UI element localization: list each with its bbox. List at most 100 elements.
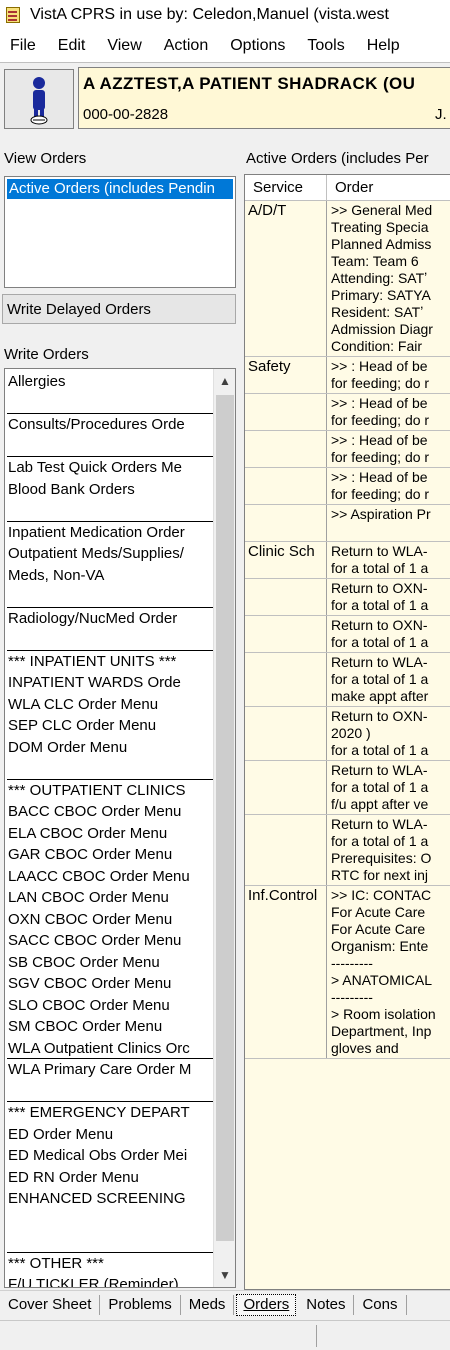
order-row[interactable]: Return to OXN-for a total of 1 a bbox=[245, 579, 450, 616]
order-text-line: for feeding; do r bbox=[331, 375, 430, 391]
patient-icon[interactable] bbox=[4, 69, 74, 129]
tab-consults[interactable]: Cons bbox=[354, 1294, 407, 1315]
menu-bar: File Edit View Action Options Tools Help bbox=[0, 30, 450, 62]
write-orders-item[interactable]: ENHANCED SCREENING bbox=[7, 1188, 213, 1210]
write-orders-item[interactable]: SACC CBOC Order Menu bbox=[7, 930, 213, 952]
order-text-line: >> General Med bbox=[331, 202, 433, 218]
write-orders-item[interactable]: F/U TICKLER (Reminder) bbox=[7, 1274, 213, 1287]
write-delayed-orders-button[interactable]: Write Delayed Orders bbox=[2, 294, 236, 324]
write-orders-item[interactable] bbox=[7, 393, 213, 414]
write-orders-item[interactable]: Radiology/NucMed Order bbox=[7, 608, 213, 630]
write-orders-item[interactable] bbox=[7, 586, 213, 608]
write-orders-item[interactable] bbox=[7, 1081, 213, 1102]
write-orders-item[interactable] bbox=[7, 629, 213, 651]
order-text-cell: >> : Head of be for feeding; do r bbox=[327, 357, 450, 393]
write-orders-item[interactable]: Allergies bbox=[7, 371, 213, 393]
write-orders-item[interactable]: *** OUTPATIENT CLINICS bbox=[7, 780, 213, 802]
view-orders-list[interactable]: Active Orders (includes Pendin bbox=[4, 176, 236, 288]
scroll-down-arrow-icon[interactable]: ▼ bbox=[214, 1263, 235, 1287]
write-orders-item[interactable]: Inpatient Medication Order bbox=[7, 522, 213, 544]
order-text-line: make appt after bbox=[331, 688, 429, 704]
menu-file[interactable]: File bbox=[0, 37, 47, 55]
column-header-order[interactable]: Order bbox=[327, 175, 373, 200]
write-orders-item[interactable] bbox=[7, 1231, 213, 1253]
menu-action[interactable]: Action bbox=[153, 37, 219, 55]
order-text-line bbox=[331, 523, 450, 540]
order-row[interactable]: Return to WLA-for a total of 1 a make app… bbox=[245, 653, 450, 707]
write-orders-item[interactable]: OXN CBOC Order Menu bbox=[7, 909, 213, 931]
scroll-thumb[interactable] bbox=[216, 395, 234, 1241]
write-orders-item[interactable]: ELA CBOC Order Menu bbox=[7, 823, 213, 845]
order-text-line: Return to OXN- bbox=[331, 580, 428, 596]
order-text-cell: >> General Med Treating Specia Planned Adm… bbox=[327, 201, 450, 356]
write-orders-scrollbar[interactable]: ▲ ▼ bbox=[213, 369, 235, 1287]
write-orders-item[interactable]: Blood Bank Orders bbox=[7, 479, 213, 501]
order-row[interactable]: Inf.Control >> IC: CONTAC For Acute Care F… bbox=[245, 886, 450, 1059]
order-row[interactable]: >> Aspiration Pr bbox=[245, 505, 450, 542]
write-orders-item[interactable]: Meds, Non-VA bbox=[7, 565, 213, 587]
order-text-line: for a total of 1 a bbox=[331, 560, 429, 576]
write-orders-item[interactable] bbox=[7, 1210, 213, 1232]
write-orders-item[interactable]: GAR CBOC Order Menu bbox=[7, 844, 213, 866]
menu-tools[interactable]: Tools bbox=[296, 37, 355, 55]
order-row[interactable]: Return to WLA-for a total of 1 a f/u appt… bbox=[245, 761, 450, 815]
write-orders-item[interactable]: *** OTHER *** bbox=[7, 1253, 213, 1275]
order-row[interactable]: A/D/T >> General Med Treating Specia Planne… bbox=[245, 201, 450, 357]
tab-orders[interactable]: Orders bbox=[236, 1293, 297, 1316]
write-orders-item[interactable]: BACC CBOC Order Menu bbox=[7, 801, 213, 823]
order-row[interactable]: Return to OXN- 2020 ) for a total of 1 a bbox=[245, 707, 450, 761]
write-orders-item[interactable]: LAACC CBOC Order Menu bbox=[7, 866, 213, 888]
write-orders-item[interactable]: Outpatient Meds/Supplies/ bbox=[7, 543, 213, 565]
orders-table[interactable]: Service Order A/D/T >> General Med Treatin… bbox=[244, 174, 450, 1290]
menu-options[interactable]: Options bbox=[219, 37, 296, 55]
write-orders-item[interactable]: WLA CLC Order Menu bbox=[7, 694, 213, 716]
order-row[interactable]: Clinic Sch Return to WLA-for a total of 1… bbox=[245, 542, 450, 579]
write-orders-item[interactable]: ED Order Menu bbox=[7, 1124, 213, 1146]
write-orders-item[interactable]: INPATIENT WARDS Orde bbox=[7, 672, 213, 694]
write-orders-item[interactable]: SLO CBOC Order Menu bbox=[7, 995, 213, 1017]
order-service-cell bbox=[245, 505, 327, 541]
write-orders-item[interactable] bbox=[7, 500, 213, 522]
write-orders-item[interactable]: SM CBOC Order Menu bbox=[7, 1016, 213, 1038]
write-orders-item[interactable] bbox=[7, 758, 213, 780]
tab-notes[interactable]: Notes bbox=[298, 1294, 355, 1315]
order-text-line: Return to WLA- bbox=[331, 816, 428, 832]
write-orders-item[interactable]: WLA Outpatient Clinics Orc bbox=[7, 1038, 213, 1059]
write-orders-item[interactable]: Consults/Procedures Orde bbox=[7, 414, 213, 436]
tab-meds[interactable]: Meds bbox=[181, 1294, 235, 1315]
write-orders-item[interactable]: SEP CLC Order Menu bbox=[7, 715, 213, 737]
order-text-line: for feeding; do r bbox=[331, 412, 430, 428]
menu-edit[interactable]: Edit bbox=[47, 37, 97, 55]
scroll-up-arrow-icon[interactable]: ▲ bbox=[214, 369, 235, 393]
menu-help[interactable]: Help bbox=[356, 37, 411, 55]
tab-problems[interactable]: Problems bbox=[100, 1294, 181, 1315]
write-orders-item[interactable]: SGV CBOC Order Menu bbox=[7, 973, 213, 995]
order-text-line: --------- bbox=[331, 989, 373, 1005]
write-orders-item[interactable]: SB CBOC Order Menu bbox=[7, 952, 213, 974]
write-orders-item[interactable]: ED RN Order Menu bbox=[7, 1167, 213, 1189]
order-row[interactable]: >> : Head of be for feeding; do r bbox=[245, 431, 450, 468]
view-orders-selected-item[interactable]: Active Orders (includes Pendin bbox=[7, 179, 233, 199]
write-orders-list[interactable]: Allergies Consults/Procedures Orde Lab Tes… bbox=[4, 368, 236, 1288]
write-orders-item[interactable]: *** INPATIENT UNITS *** bbox=[7, 651, 213, 673]
write-orders-item[interactable] bbox=[7, 436, 213, 457]
order-text-cell: Return to WLA-for a total of 1 a bbox=[327, 542, 450, 578]
order-row[interactable]: >> : Head of be for feeding; do r bbox=[245, 468, 450, 505]
write-orders-item[interactable]: WLA Primary Care Order M bbox=[7, 1059, 213, 1081]
write-orders-item[interactable]: Lab Test Quick Orders Me bbox=[7, 457, 213, 479]
order-row[interactable]: Return to WLA-for a total of 1 a Prerequi… bbox=[245, 815, 450, 886]
order-row[interactable]: Safety >> : Head of be for feeding; do r bbox=[245, 357, 450, 394]
menu-view[interactable]: View bbox=[96, 37, 152, 55]
write-orders-item[interactable]: LAN CBOC Order Menu bbox=[7, 887, 213, 909]
patient-info-panel[interactable]: A AZZTEST,A PATIENT SHADRACK (OU 000-00-… bbox=[78, 67, 450, 129]
write-orders-item[interactable]: DOM Order Menu bbox=[7, 737, 213, 759]
order-text-line: Treating Specia bbox=[331, 219, 429, 235]
write-orders-item[interactable]: ED Medical Obs Order Mei bbox=[7, 1145, 213, 1167]
order-text-line: for feeding; do r bbox=[331, 486, 430, 502]
order-row[interactable]: >> : Head of be for feeding; do r bbox=[245, 394, 450, 431]
order-row[interactable]: Return to OXN-for a total of 1 a bbox=[245, 616, 450, 653]
title-bar: VistA CPRS in use by: Celedon,Manuel (vi… bbox=[0, 0, 450, 30]
tab-cover-sheet[interactable]: Cover Sheet bbox=[0, 1294, 101, 1315]
write-orders-item[interactable]: *** EMERGENCY DEPART bbox=[7, 1102, 213, 1124]
column-header-service[interactable]: Service bbox=[245, 175, 327, 200]
